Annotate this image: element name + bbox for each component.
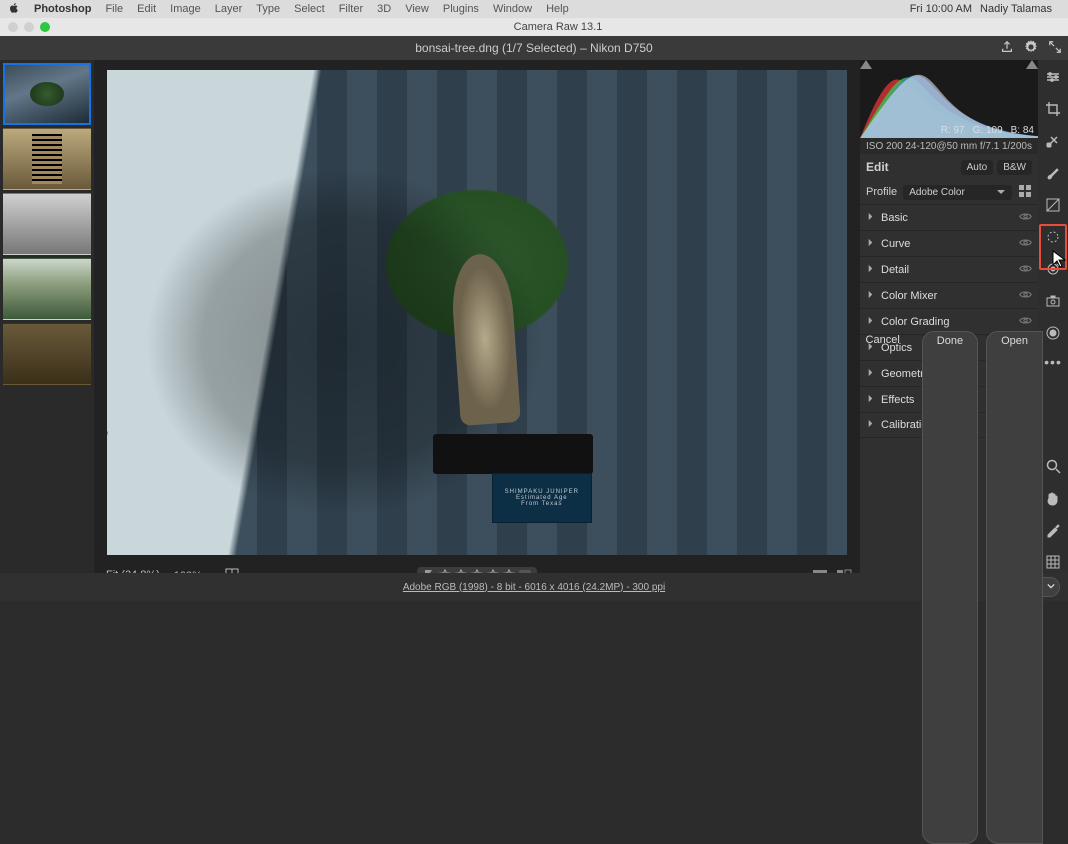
auto-button[interactable]: Auto <box>961 160 994 175</box>
eye-icon[interactable] <box>1019 236 1032 252</box>
menubar-app-name[interactable]: Photoshop <box>34 3 91 15</box>
window-controls[interactable] <box>8 22 50 32</box>
close-button[interactable] <box>8 22 18 32</box>
menu-image[interactable]: Image <box>170 3 201 15</box>
ruler-marker <box>107 430 108 436</box>
filmstrip[interactable] <box>0 60 94 573</box>
menu-layer[interactable]: Layer <box>215 3 243 15</box>
menu-view[interactable]: View <box>405 3 429 15</box>
fullscreen-icon[interactable] <box>1048 40 1062 57</box>
chevron-right-icon <box>866 316 875 328</box>
file-info-text: bonsai-tree.dng (1/7 Selected) – Nikon D… <box>0 41 1068 55</box>
eye-icon[interactable] <box>1019 288 1032 304</box>
thumbnail-1[interactable] <box>3 63 91 125</box>
menu-type[interactable]: Type <box>256 3 280 15</box>
done-button[interactable]: Done <box>922 331 978 844</box>
menu-window[interactable]: Window <box>493 3 532 15</box>
maximize-button[interactable] <box>40 22 50 32</box>
profile-label: Profile <box>866 186 897 198</box>
edit-label: Edit <box>866 160 889 174</box>
menubar-user: Nadiy Talamas <box>980 3 1052 15</box>
file-info-bar: bonsai-tree.dng (1/7 Selected) – Nikon D… <box>0 36 1068 60</box>
preview-image: SHIMPAKU JUNIPER Estimated Age From Texa… <box>107 70 847 555</box>
profile-select[interactable]: Adobe Color <box>903 185 1012 200</box>
gradient-tool-icon[interactable] <box>1042 194 1064 216</box>
menubar-clock: Fri 10:00 AM <box>910 3 972 15</box>
edit-tool-icon[interactable] <box>1042 66 1064 88</box>
apple-icon <box>8 2 20 17</box>
thumbnail-2[interactable] <box>3 128 91 190</box>
bw-button[interactable]: B&W <box>997 160 1032 175</box>
panel-color-mixer[interactable]: Color Mixer <box>860 282 1038 308</box>
menu-help[interactable]: Help <box>546 3 569 15</box>
macos-menubar: Photoshop File Edit Image Layer Type Sel… <box>0 0 1068 18</box>
menubar-right: Fri 10:00 AM Nadiy Talamas <box>910 3 1060 15</box>
open-button[interactable]: Open <box>986 331 1043 844</box>
bottom-bar: Adobe RGB (1998) - 8 bit - 6016 x 4016 (… <box>0 573 1068 601</box>
chevron-right-icon <box>866 212 875 224</box>
radial-tool-icon[interactable] <box>1042 226 1064 248</box>
healing-tool-icon[interactable] <box>1042 130 1064 152</box>
gear-icon[interactable] <box>1024 40 1038 57</box>
histogram-rgb-readout: R: 97 G: 109 B: 84 <box>941 125 1034 136</box>
minimize-button[interactable] <box>24 22 34 32</box>
image-info-link[interactable]: Adobe RGB (1998) - 8 bit - 6016 x 4016 (… <box>403 582 665 593</box>
eye-icon[interactable] <box>1019 262 1032 278</box>
export-icon[interactable] <box>1000 40 1014 57</box>
crop-tool-icon[interactable] <box>1042 98 1064 120</box>
chevron-right-icon <box>866 238 875 250</box>
open-menu-chevron-icon[interactable] <box>1043 577 1060 597</box>
image-plaque: SHIMPAKU JUNIPER Estimated Age From Texa… <box>492 473 592 523</box>
profile-browser-icon[interactable] <box>1018 184 1032 201</box>
brush-tool-icon[interactable] <box>1042 162 1064 184</box>
snapshot-tool-icon[interactable] <box>1042 290 1064 312</box>
window-title: Camera Raw 13.1 <box>56 21 1060 33</box>
cancel-button[interactable]: Cancel <box>852 331 914 844</box>
chevron-right-icon <box>866 290 875 302</box>
panel-curve[interactable]: Curve <box>860 230 1038 256</box>
menu-edit[interactable]: Edit <box>137 3 156 15</box>
panel-detail[interactable]: Detail <box>860 256 1038 282</box>
menu-plugins[interactable]: Plugins <box>443 3 479 15</box>
camera-raw-titlebar: Camera Raw 13.1 <box>0 18 1068 36</box>
chevron-right-icon <box>866 264 875 276</box>
menu-3d[interactable]: 3D <box>377 3 391 15</box>
thumbnail-3[interactable] <box>3 193 91 255</box>
menu-filter[interactable]: Filter <box>339 3 363 15</box>
redeye-tool-icon[interactable] <box>1042 258 1064 280</box>
histogram[interactable]: R: 97 G: 109 B: 84 <box>860 60 1038 138</box>
menu-select[interactable]: Select <box>294 3 325 15</box>
eye-icon[interactable] <box>1019 210 1032 226</box>
menu-file[interactable]: File <box>105 3 123 15</box>
thumbnail-5[interactable] <box>3 323 91 385</box>
eye-icon[interactable] <box>1019 314 1032 330</box>
panel-basic[interactable]: Basic <box>860 204 1038 230</box>
image-canvas[interactable]: SHIMPAKU JUNIPER Estimated Age From Texa… <box>94 60 860 565</box>
thumbnail-4[interactable] <box>3 258 91 320</box>
exif-readout: ISO 20024-120@50 mmf/7.11/200s <box>860 138 1038 154</box>
